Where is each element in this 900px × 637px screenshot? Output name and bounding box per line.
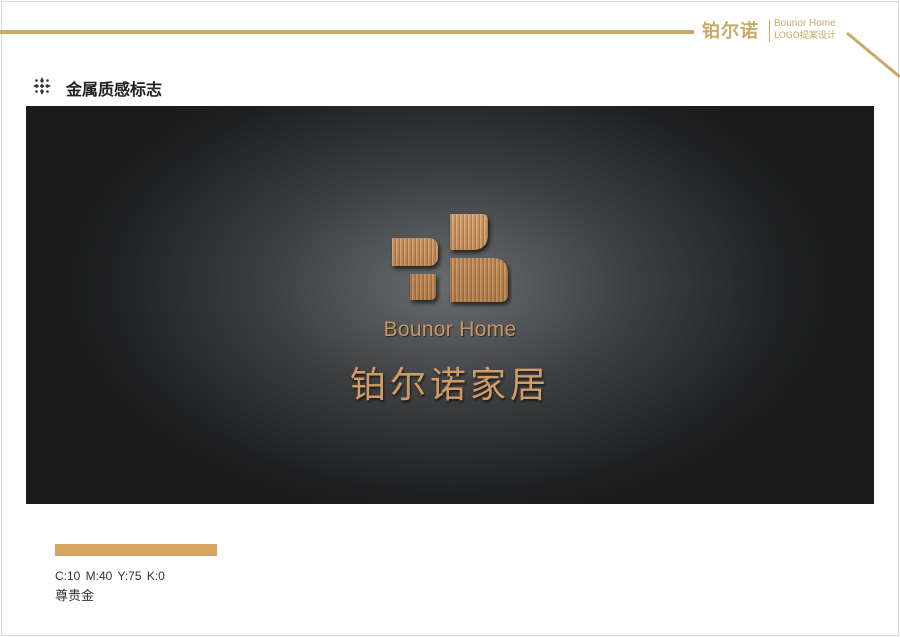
logo-name-en: Bounor Home [383, 318, 517, 341]
color-swatch [55, 544, 217, 556]
header-rule [0, 30, 694, 34]
ornament-icon [33, 77, 51, 95]
header-brand-subtitle: LOGO提案设计 [774, 31, 836, 41]
section-title: 金属质感标志 [66, 80, 163, 99]
swatch-cmyk-values: C:10 M:40 Y:75 K:0 [55, 569, 165, 583]
header-brand-cn: 铂尔诺 [702, 21, 759, 42]
header-brand-separator [769, 20, 770, 42]
swatch-color-name: 尊贵金 [55, 589, 95, 604]
brushed-metal-leaf-mark-icon [392, 214, 508, 302]
header-brand-en: Bounor Home [774, 18, 836, 29]
logo-name-cn: 铂尔诺家居 [349, 365, 550, 406]
metal-logo-panel: Bounor Home 铂尔诺家居 [26, 106, 874, 504]
